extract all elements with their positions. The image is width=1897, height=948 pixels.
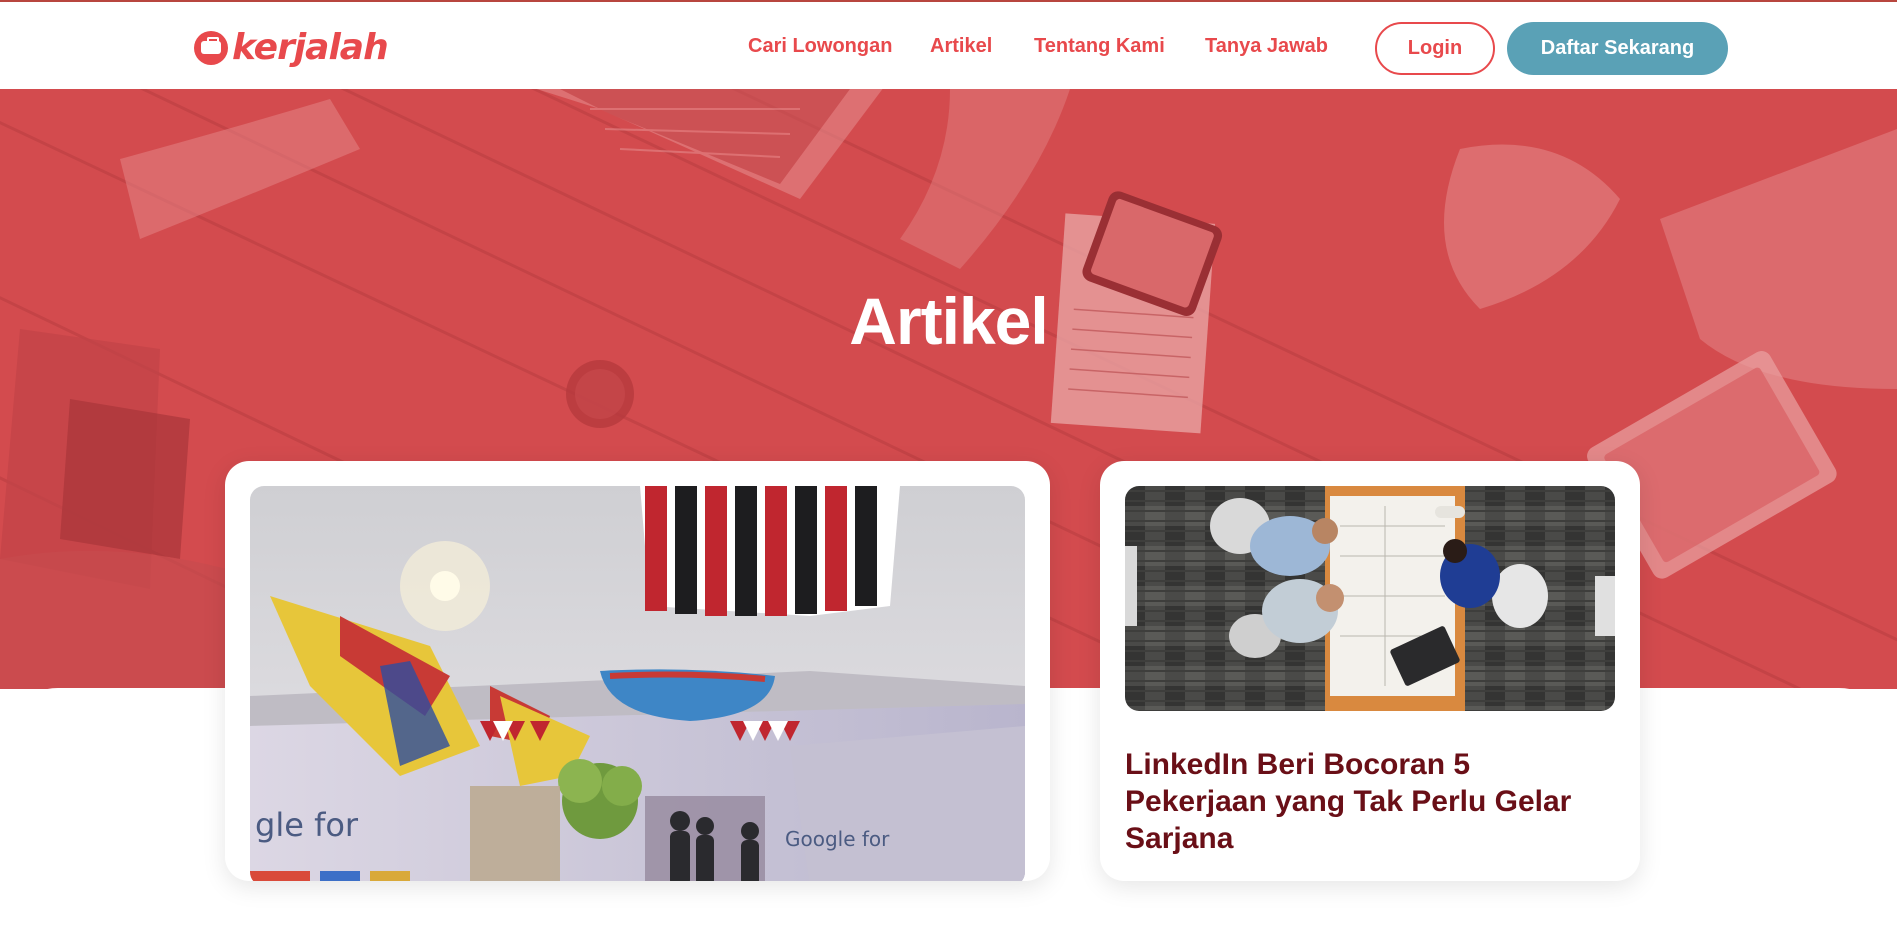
nav-tanya-jawab[interactable]: Tanya Jawab	[1205, 32, 1328, 60]
site-header: kerjalah Cari Lowongan Artikel Tentang K…	[0, 0, 1897, 89]
article-card[interactable]: LinkedIn Beri Bocoran 5 Pekerjaan yang T…	[1100, 461, 1640, 881]
article-card[interactable]: gle for Google for	[225, 461, 1050, 881]
briefcase-icon	[194, 31, 228, 65]
svg-text:Google for: Google for	[785, 827, 890, 851]
photo-team-meeting-overhead	[1125, 486, 1615, 711]
article-image[interactable]	[1125, 486, 1615, 711]
page-title: Artikel	[849, 284, 1048, 359]
signup-button[interactable]: Daftar Sekarang	[1507, 22, 1728, 75]
login-button[interactable]: Login	[1375, 22, 1495, 75]
article-image[interactable]: gle for Google for	[250, 486, 1025, 881]
logo-text: kerjalah	[232, 27, 389, 68]
svg-text:gle for: gle for	[255, 806, 359, 844]
site-logo[interactable]: kerjalah	[194, 27, 389, 68]
article-title[interactable]: LinkedIn Beri Bocoran 5 Pekerjaan yang T…	[1125, 746, 1620, 857]
photo-google-for-indonesia-event: gle for Google for	[250, 486, 1025, 881]
nav-tentang-kami[interactable]: Tentang Kami	[1034, 32, 1165, 60]
nav-cari-lowongan[interactable]: Cari Lowongan	[748, 32, 892, 60]
nav-artikel[interactable]: Artikel	[930, 32, 992, 60]
